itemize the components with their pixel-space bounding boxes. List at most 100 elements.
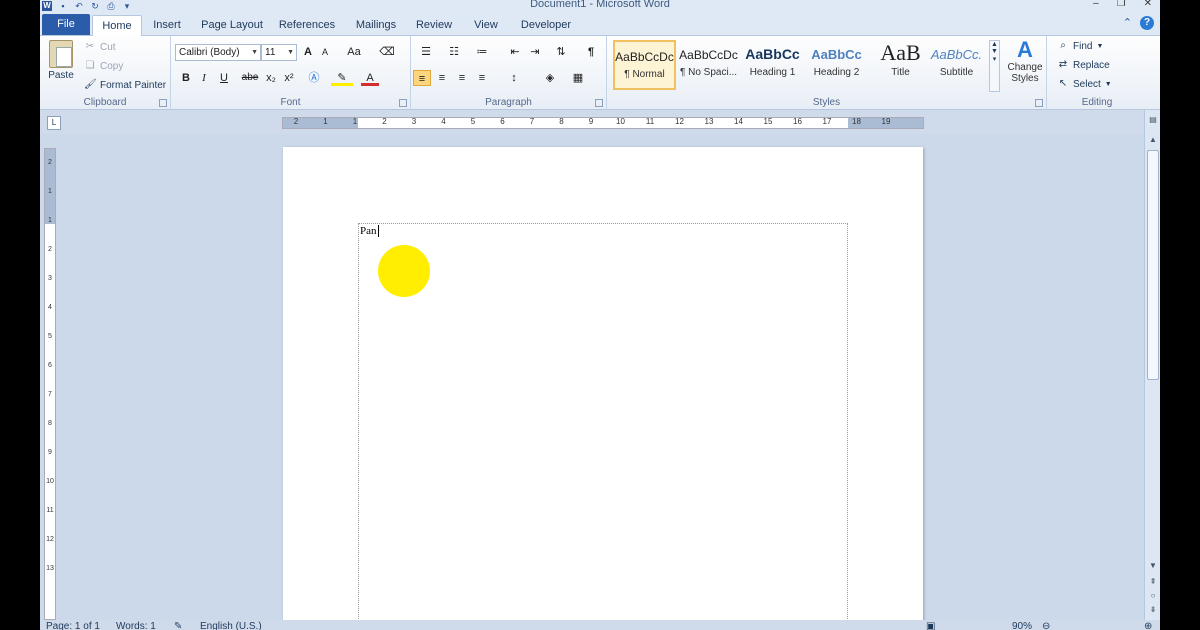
ruler-number: 12 xyxy=(675,117,684,126)
italic-button[interactable]: I xyxy=(197,70,211,86)
language-indicator[interactable]: English (U.S.) xyxy=(200,621,262,630)
yellow-circle-shape[interactable] xyxy=(378,245,430,297)
numbering-icon[interactable]: ☷ xyxy=(443,44,465,60)
style-name: ¶ Normal xyxy=(624,69,665,80)
strikethrough-button[interactable]: abe xyxy=(239,70,261,86)
zoom-out-icon[interactable]: ⊖ xyxy=(1042,621,1050,630)
tab-selector[interactable]: L xyxy=(47,116,61,130)
show-hide-button[interactable]: ¶ xyxy=(583,44,599,60)
minimize-ribbon-icon[interactable]: ⌃ xyxy=(1123,16,1132,30)
scroll-down-icon[interactable]: ▼ xyxy=(1147,560,1159,572)
next-page-icon[interactable]: ⇟ xyxy=(1147,604,1159,616)
word-count[interactable]: Words: 1 xyxy=(116,621,156,630)
tab-developer[interactable]: Developer xyxy=(516,15,576,37)
highlight-icon[interactable]: ✎ xyxy=(331,70,353,86)
minimize-icon[interactable]: – xyxy=(1093,0,1099,9)
title-bar: W ▪ ↶ ↻ ⎙ ▾ Document1 - Microsoft Word –… xyxy=(40,0,1160,12)
style-normal[interactable]: AaBbCcDc ¶ Normal xyxy=(613,40,676,90)
align-left-icon[interactable]: ≡ xyxy=(413,70,431,86)
line-spacing-icon[interactable]: ↕ xyxy=(503,70,525,86)
paragraph-dialog-launcher[interactable] xyxy=(595,99,603,107)
style-heading-2[interactable]: AaBbCc Heading 2 xyxy=(805,40,868,90)
binoculars-icon: ⌕ xyxy=(1060,40,1066,51)
format-painter-button[interactable]: 🖌 Format Painter xyxy=(84,77,166,93)
style-subtitle[interactable]: AaBbCc. Subtitle xyxy=(925,40,988,90)
zoom-level[interactable]: 90% xyxy=(1012,621,1032,630)
paste-button[interactable]: Paste xyxy=(46,40,76,90)
paste-icon xyxy=(49,40,73,68)
subscript-button[interactable]: x₂ xyxy=(263,70,279,86)
style-name: Subtitle xyxy=(939,67,974,78)
ruler-number: 17 xyxy=(822,117,832,126)
justify-icon[interactable]: ≡ xyxy=(473,70,491,86)
font-color-button[interactable]: A xyxy=(361,70,379,86)
bold-button[interactable]: B xyxy=(179,70,193,86)
style-sample: AaBbCc. xyxy=(930,47,983,62)
ruler-number: 3 xyxy=(48,275,52,282)
vertical-ruler[interactable]: 2 1 1 2 3 4 5 6 7 8 9 10 11 12 13 xyxy=(44,148,56,620)
previous-page-icon[interactable]: ⇞ xyxy=(1147,576,1159,588)
multilevel-list-icon[interactable]: ≔ xyxy=(471,44,493,60)
style-name: Heading 1 xyxy=(749,67,796,78)
sort-icon[interactable]: ⇅ xyxy=(553,44,569,60)
tab-references[interactable]: References xyxy=(276,15,338,37)
text-effects-icon[interactable]: Ⓐ xyxy=(305,70,323,86)
help-icon[interactable]: ? xyxy=(1140,16,1154,30)
align-right-icon[interactable]: ≡ xyxy=(453,70,471,86)
find-button[interactable]: ⌕ Find ▼ xyxy=(1057,38,1103,54)
underline-button[interactable]: U xyxy=(215,70,233,86)
clear-formatting-icon[interactable]: ⌫ xyxy=(379,44,395,60)
tab-review[interactable]: Review xyxy=(412,15,456,37)
tab-page-layout[interactable]: Page Layout xyxy=(198,15,266,37)
zoom-in-icon[interactable]: ⊕ xyxy=(1144,621,1152,630)
replace-button[interactable]: ⇄ Replace xyxy=(1057,57,1110,73)
borders-icon[interactable]: ▦ xyxy=(567,70,589,86)
styles-gallery-scroll[interactable]: ▲ ▼ ▾ xyxy=(989,40,1000,92)
font-name-dropdown[interactable]: Calibri (Body) ▼ xyxy=(175,44,261,61)
increase-indent-icon[interactable]: ⇥ xyxy=(527,44,543,60)
font-group: Calibri (Body) ▼ 11 ▼ A A Aa ⌫ B I U abe… xyxy=(171,36,411,110)
horizontal-ruler[interactable]: 2 1 1 2 3 4 5 6 7 8 9 10 11 12 13 14 15 16 17 18 19 xyxy=(282,117,924,129)
ruler-number: 5 xyxy=(470,117,476,126)
shrink-font-button[interactable]: A xyxy=(319,44,331,60)
bullets-icon[interactable]: ☰ xyxy=(415,44,437,60)
clipboard-dialog-launcher[interactable] xyxy=(159,99,167,107)
close-icon[interactable]: ✕ xyxy=(1144,0,1152,9)
styles-dialog-launcher[interactable] xyxy=(1035,99,1043,107)
select-browse-object-icon[interactable]: ○ xyxy=(1147,590,1159,602)
style-heading-1[interactable]: AaBbCc Heading 1 xyxy=(741,40,804,90)
change-styles-button[interactable]: A Change Styles xyxy=(1005,38,1045,85)
proofing-icon[interactable]: ✎ xyxy=(174,621,182,630)
cut-button[interactable]: ✂ Cut xyxy=(84,39,116,55)
styles-group: AaBbCcDc ¶ Normal AaBbCcDc ¶ No Spaci...… xyxy=(607,36,1047,110)
shading-icon[interactable]: ◈ xyxy=(539,70,561,86)
superscript-button[interactable]: x² xyxy=(281,70,297,86)
decrease-indent-icon[interactable]: ⇤ xyxy=(507,44,523,60)
change-case-button[interactable]: Aa xyxy=(343,44,365,60)
style-title[interactable]: AaB Title xyxy=(869,40,932,90)
text-box[interactable]: Pan xyxy=(358,223,848,630)
vertical-scrollbar[interactable]: ▤ ▲ ▼ ⇞ ○ ⇟ xyxy=(1144,110,1160,620)
restore-icon[interactable]: ❐ xyxy=(1117,0,1126,9)
view-ruler-icon[interactable]: ▤ xyxy=(1147,114,1159,126)
style-sample: AaBbCc xyxy=(811,47,862,62)
ruler-number: 9 xyxy=(588,117,594,126)
tab-file[interactable]: File xyxy=(42,14,90,35)
scroll-up-icon[interactable]: ▲ xyxy=(1147,134,1159,146)
font-dialog-launcher[interactable] xyxy=(399,99,407,107)
tab-view[interactable]: View xyxy=(468,15,504,37)
document-text[interactable]: Pan xyxy=(360,225,379,238)
tab-mailings[interactable]: Mailings xyxy=(350,15,402,37)
font-size-dropdown[interactable]: 11 ▼ xyxy=(261,44,297,61)
select-button[interactable]: ↖ Select ▼ xyxy=(1057,76,1112,92)
document-page[interactable]: Pan xyxy=(283,147,923,630)
grow-font-button[interactable]: A xyxy=(301,44,315,60)
align-center-icon[interactable]: ≡ xyxy=(433,70,451,86)
page-count[interactable]: Page: 1 of 1 xyxy=(46,621,100,630)
print-layout-icon[interactable]: ▣ xyxy=(926,621,935,630)
tab-home[interactable]: Home xyxy=(92,15,142,37)
style-no-spacing[interactable]: AaBbCcDc ¶ No Spaci... xyxy=(677,40,740,90)
scrollbar-thumb[interactable] xyxy=(1147,150,1159,380)
copy-button[interactable]: ❏ Copy xyxy=(84,58,124,74)
tab-insert[interactable]: Insert xyxy=(146,15,188,37)
